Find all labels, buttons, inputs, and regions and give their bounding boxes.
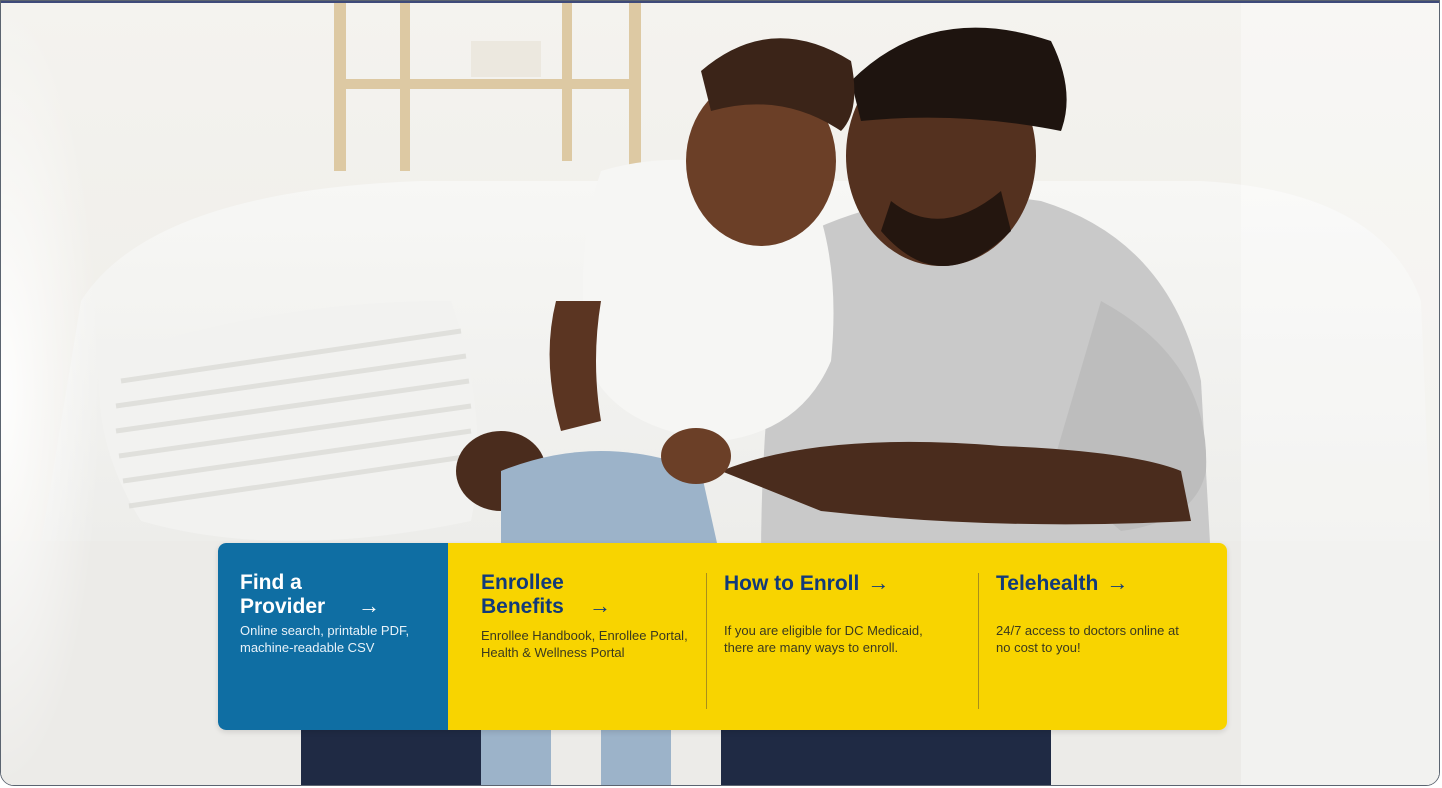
- enrollee-benefits-card[interactable]: Enrollee Benefits → Enrollee Handbook, En…: [448, 543, 706, 730]
- telehealth-card[interactable]: Telehealth → 24/7 access to doctors onlin…: [978, 543, 1227, 730]
- how-to-enroll-label: How to Enroll: [724, 572, 860, 595]
- telehealth-title: Telehealth →: [996, 571, 1211, 596]
- arrow-right-icon: →: [867, 570, 890, 595]
- divider: [706, 573, 707, 709]
- yellow-links-panel: Enrollee Benefits → Enrollee Handbook, En…: [448, 543, 1227, 730]
- enrollee-benefits-label: Enrollee Benefits: [481, 571, 564, 618]
- find-a-provider-title: Find a Provider →: [240, 571, 434, 619]
- top-rule: [1, 1, 1439, 3]
- telehealth-label: Telehealth: [996, 572, 1099, 595]
- how-to-enroll-title: How to Enroll →: [724, 571, 962, 596]
- arrow-right-icon: →: [589, 593, 611, 618]
- find-a-provider-label: Find a Provider: [240, 571, 326, 618]
- quick-links-bar: Find a Provider → Online search, printabl…: [218, 543, 1227, 730]
- enrollee-benefits-description: Enrollee Handbook, Enrollee Portal, Heal…: [481, 628, 688, 660]
- telehealth-description: 24/7 access to doctors online at no cost…: [996, 623, 1179, 655]
- how-to-enroll-description: If you are eligible for DC Medicaid, the…: [724, 623, 923, 655]
- arrow-right-icon: →: [1106, 570, 1129, 595]
- how-to-enroll-card[interactable]: How to Enroll → If you are eligible for D…: [706, 543, 978, 730]
- find-a-provider-description: Online search, printable PDF, machine-re…: [240, 623, 410, 655]
- find-a-provider-card[interactable]: Find a Provider → Online search, printabl…: [218, 543, 448, 730]
- enrollee-benefits-title: Enrollee Benefits →: [481, 571, 690, 619]
- divider: [978, 573, 979, 709]
- arrow-right-icon: →: [358, 593, 380, 618]
- hero-banner: Find a Provider → Online search, printabl…: [0, 0, 1440, 786]
